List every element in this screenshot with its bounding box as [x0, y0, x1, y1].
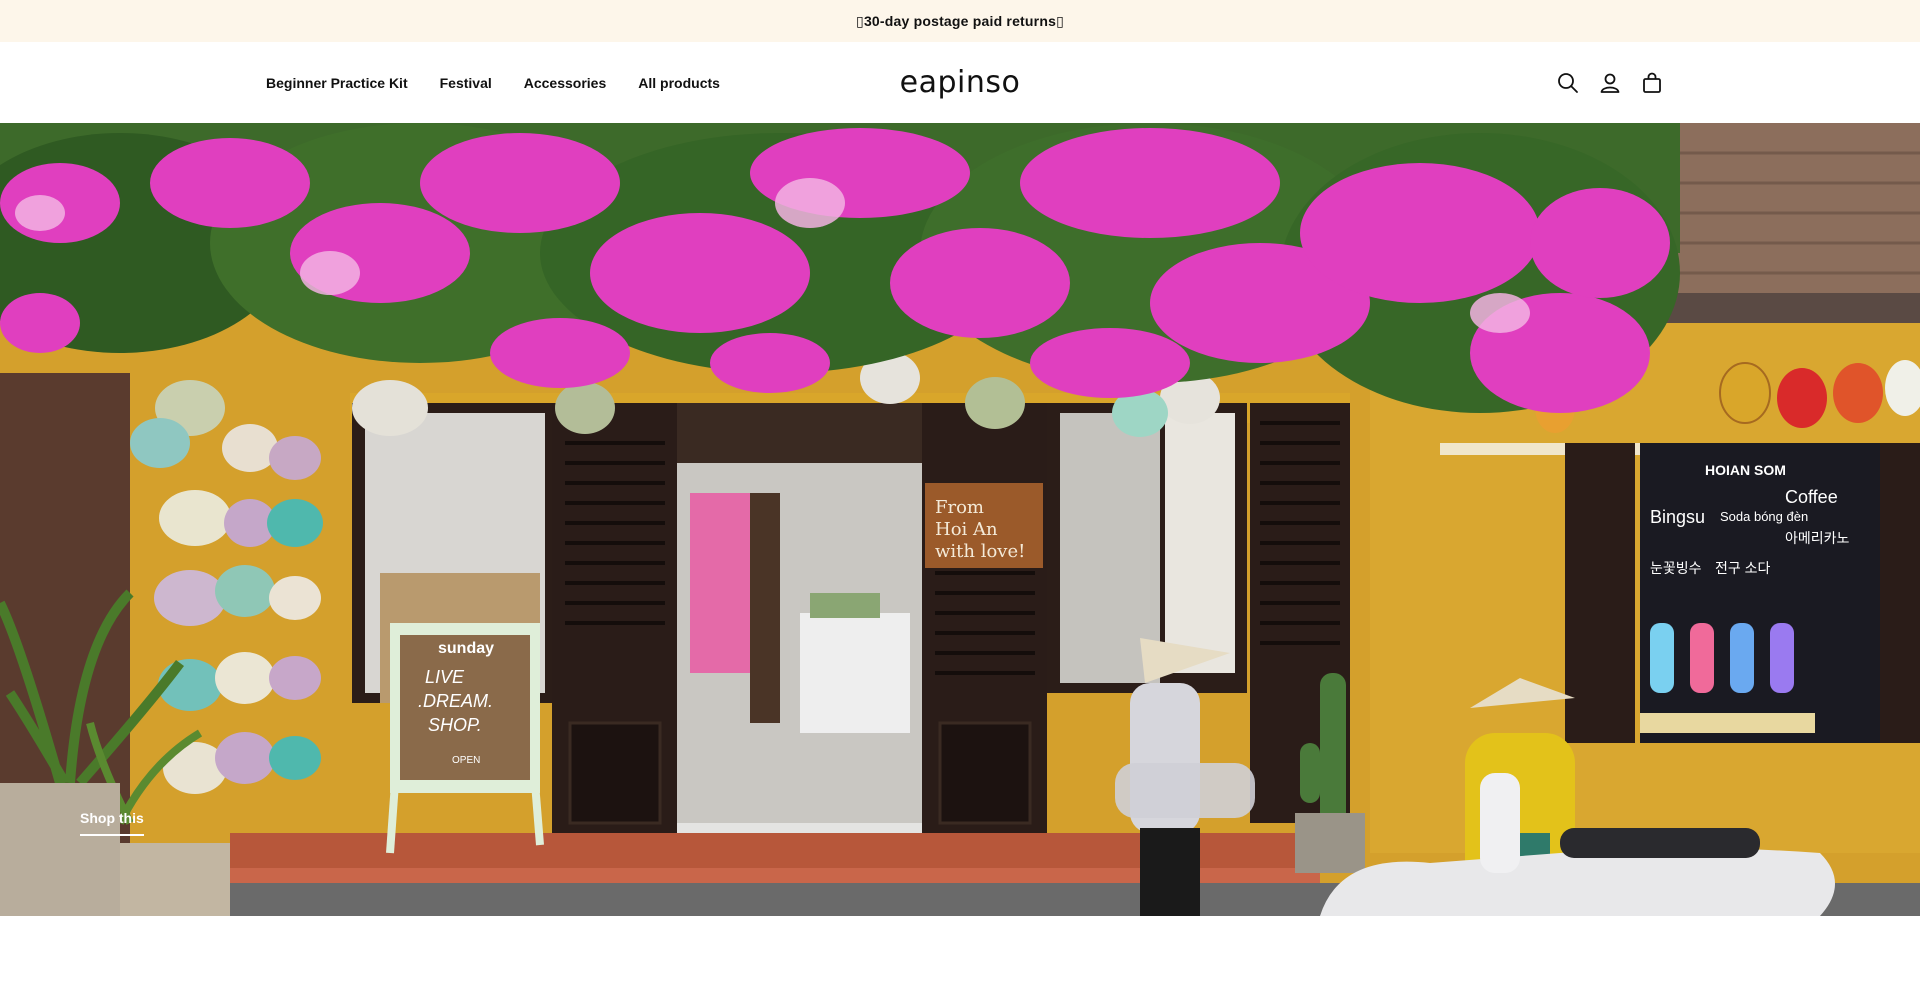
cafe-item-coffee: Coffee: [1785, 487, 1838, 507]
shop-this-button[interactable]: Shop this: [80, 810, 144, 836]
account-icon[interactable]: [1598, 71, 1622, 95]
announcement-text: 30-day postage paid returns: [863, 13, 1057, 29]
cafe-item-americano: 아메리카노: [1785, 530, 1850, 546]
cafe-item-lamp-soda: 전구 소다: [1715, 560, 1771, 576]
board-line-2: .DREAM.: [418, 691, 493, 711]
cafe-item-bingsu: Bingsu: [1650, 507, 1705, 527]
board-brand: sunday: [438, 640, 494, 657]
header-icons: [1556, 42, 1664, 123]
store-sign-line-3: with love!: [935, 541, 1025, 562]
cart-icon[interactable]: [1640, 71, 1664, 95]
announcement-suffix-glyph: ▯: [1056, 12, 1064, 29]
site-header: Beginner Practice Kit Festival Accessori…: [0, 42, 1920, 123]
board-line-1: LIVE: [425, 667, 465, 687]
board-line-3: SHOP.: [428, 715, 482, 735]
hero-image: From Hoi An with love! HOIAN SOM Coffee …: [0, 123, 1920, 916]
nav-all-products[interactable]: All products: [638, 75, 720, 91]
site-logo[interactable]: eapinso: [900, 65, 1021, 100]
cafe-item-soda: Soda bóng đèn: [1720, 509, 1808, 524]
nav-accessories[interactable]: Accessories: [524, 75, 607, 91]
announcement-prefix-glyph: ▯: [856, 12, 864, 29]
board-open: OPEN: [452, 755, 480, 766]
main-nav: Beginner Practice Kit Festival Accessori…: [266, 42, 720, 123]
hero-banner: From Hoi An with love! HOIAN SOM Coffee …: [0, 123, 1920, 916]
store-sign-line-1: From: [935, 497, 984, 518]
nav-festival[interactable]: Festival: [440, 75, 492, 91]
announcement-bar: ▯ 30-day postage paid returns ▯: [0, 0, 1920, 42]
cafe-item-bingsu-kr: 눈꽃빙수: [1650, 560, 1702, 576]
cafe-title: HOIAN SOM: [1705, 462, 1786, 478]
search-icon[interactable]: [1556, 71, 1580, 95]
store-sign-line-2: Hoi An: [935, 519, 998, 540]
nav-beginner-practice-kit[interactable]: Beginner Practice Kit: [266, 75, 408, 91]
